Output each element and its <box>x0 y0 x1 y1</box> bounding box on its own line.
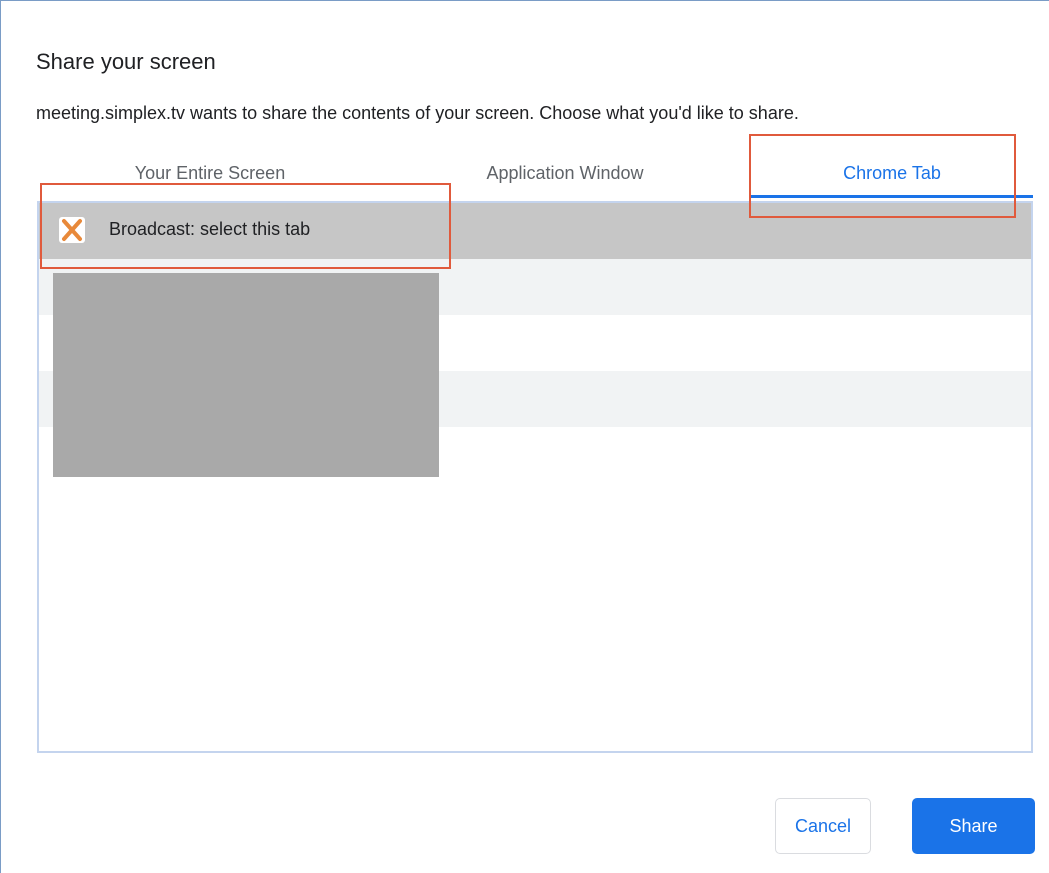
redacted-area <box>53 273 439 477</box>
dialog-description: meeting.simplex.tv wants to share the co… <box>36 103 799 123</box>
dialog-title: Share your screen <box>36 49 216 74</box>
tab-list-item-label: Broadcast: select this tab <box>109 219 311 239</box>
simplex-x-favicon-icon <box>59 217 85 243</box>
tab-list-item-broadcast[interactable]: Broadcast: select this tab <box>39 203 1031 259</box>
share-screen-dialog: Share your screen meeting.simplex.tv wan… <box>0 0 1049 873</box>
cancel-button[interactable]: Cancel <box>775 798 871 854</box>
share-button[interactable]: Share <box>912 798 1035 854</box>
tab-application-window[interactable]: Application Window <box>383 149 747 197</box>
tab-chrome-tab[interactable]: Chrome Tab <box>751 149 1033 198</box>
tab-bar: Your Entire Screen Application Window Ch… <box>37 149 1033 198</box>
tab-entire-screen[interactable]: Your Entire Screen <box>37 149 383 197</box>
chrome-tab-list: Broadcast: select this tab <box>37 201 1033 753</box>
